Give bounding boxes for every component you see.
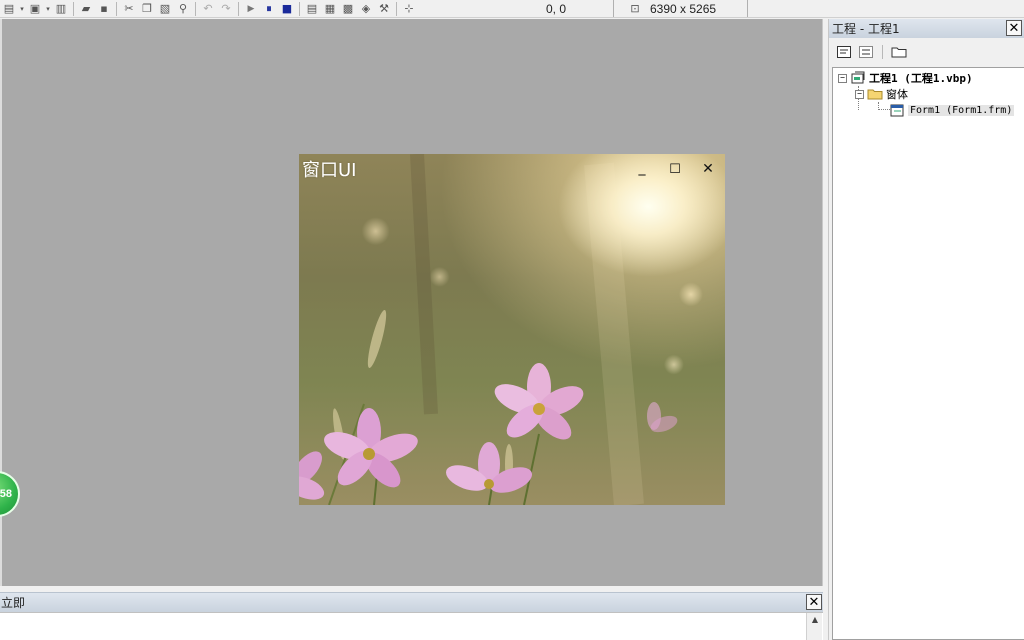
toolbar-separator: [195, 1, 196, 16]
toolbar-separator: [116, 1, 117, 16]
cut-icon[interactable]: ✂: [120, 1, 138, 17]
collapse-icon[interactable]: −: [855, 89, 864, 99]
immediate-window-header: 立即: [0, 592, 823, 612]
toolbar-separator: [299, 1, 300, 16]
scroll-up-icon[interactable]: ▲: [807, 613, 823, 625]
paste-icon[interactable]: ▧: [156, 1, 174, 17]
toggle-folders-icon[interactable]: [890, 43, 908, 61]
add-form-icon[interactable]: ▣: [26, 1, 44, 17]
open-project-icon[interactable]: ▰: [77, 1, 95, 17]
copy-icon[interactable]: ❐: [138, 1, 156, 17]
view-code-icon[interactable]: [835, 43, 853, 61]
project-explorer-icon[interactable]: ▤: [303, 1, 321, 17]
collapse-icon[interactable]: −: [838, 73, 847, 83]
view-object-icon[interactable]: [857, 43, 875, 61]
tree-item-forms-folder[interactable]: − 窗体: [855, 86, 908, 102]
undo-icon[interactable]: ↶: [199, 1, 217, 17]
project-icon: [851, 71, 865, 84]
object-browser-icon[interactable]: ◈: [357, 1, 375, 17]
tree-connector: [878, 109, 890, 110]
coord-readout: 0, 0: [530, 0, 614, 17]
form-title: 窗口UI: [302, 160, 357, 181]
tree-form-label: Form1 (Form1.frm): [908, 104, 1015, 116]
project-explorer-header: 工程 - 工程1: [829, 19, 1024, 38]
size-readout: 6390 x 5265: [646, 0, 748, 17]
dropdown-arrow-icon[interactable]: ▾: [44, 1, 52, 17]
immediate-scrollbar[interactable]: ▲: [806, 613, 822, 640]
size-icon: ⊡: [630, 1, 640, 15]
tree-folder-label: 窗体: [886, 88, 908, 101]
immediate-window-title: 立即: [1, 596, 26, 610]
toolbar-separator: [238, 1, 239, 16]
start-icon[interactable]: ▶: [242, 1, 260, 17]
project-explorer-panel: 工程 - 工程1 ✕ − 工程1 (工程1.vbp) − 窗体 Form1 (F…: [828, 19, 1024, 640]
immediate-close-button[interactable]: ✕: [806, 594, 822, 610]
project-close-button[interactable]: ✕: [1006, 20, 1022, 36]
form-file-icon: [890, 104, 904, 116]
tree-item-form1[interactable]: Form1 (Form1.frm): [890, 102, 1015, 118]
project-toolbar: [829, 40, 1024, 64]
tree-project-label: 工程1 (工程1.vbp): [869, 72, 973, 85]
find-icon[interactable]: ⚲: [174, 1, 192, 17]
add-project-icon[interactable]: ▤: [0, 1, 18, 17]
tree-item-project[interactable]: − 工程1 (工程1.vbp): [838, 70, 973, 86]
dropdown-arrow-icon[interactable]: ▾: [18, 1, 26, 17]
toolbar-separator: [882, 45, 883, 59]
save-project-icon[interactable]: ▪: [95, 1, 113, 17]
immediate-window-body[interactable]: [0, 612, 823, 640]
folder-icon: [867, 89, 883, 100]
redo-icon[interactable]: ↷: [217, 1, 235, 17]
menu-editor-icon[interactable]: ▥: [52, 1, 70, 17]
form-window[interactable]: 窗口UI _ ☐ ✕: [299, 154, 725, 505]
pause-icon[interactable]: ⏸: [260, 1, 278, 17]
close-button[interactable]: ✕: [697, 158, 719, 180]
form-layout-icon[interactable]: ▩: [339, 1, 357, 17]
position-icon: ⊹: [404, 2, 414, 15]
maximize-button[interactable]: ☐: [664, 158, 686, 180]
project-explorer-title: 工程 - 工程1: [832, 22, 900, 36]
toolbar-separator: [396, 1, 397, 16]
stop-icon[interactable]: ■: [278, 1, 296, 17]
main-toolbar: ▤ ▾ ▣ ▾ ▥ ▰ ▪ ✂ ❐ ▧ ⚲ ↶ ↷ ▶ ⏸ ■ ▤ ▦ ▩ ◈ …: [0, 0, 1024, 18]
properties-window-icon[interactable]: ▦: [321, 1, 339, 17]
toolbar-separator: [73, 1, 74, 16]
toolbox-icon[interactable]: ⚒: [375, 1, 393, 17]
flower-background-image: [299, 154, 678, 505]
minimize-button[interactable]: _: [631, 157, 653, 179]
project-tree: − 工程1 (工程1.vbp) − 窗体 Form1 (Form1.frm): [832, 67, 1024, 640]
